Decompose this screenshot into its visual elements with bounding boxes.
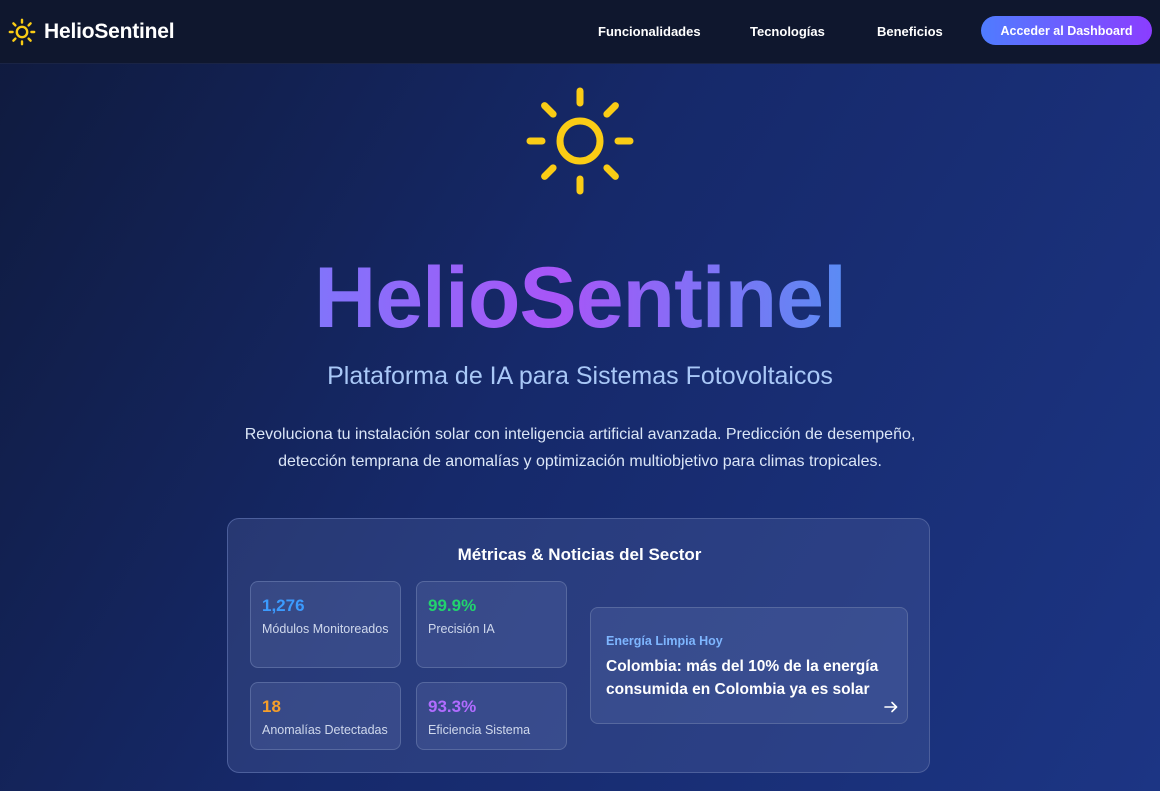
metric-value: 99.9% bbox=[428, 596, 477, 615]
metric-label: Eficiencia Sistema bbox=[428, 723, 531, 737]
hero-description: Revoluciona tu instalación solar con int… bbox=[244, 426, 916, 470]
panel-title: Métricas & Noticias del Sector bbox=[457, 545, 702, 564]
arrow-right-icon[interactable] bbox=[883, 699, 899, 715]
metric-card-precision: 99.9% Precisión IA bbox=[416, 581, 567, 668]
metric-label: Precisión IA bbox=[428, 622, 495, 636]
news-headline: Colombia: más del 10% de la energía cons… bbox=[606, 658, 879, 698]
metric-card-efficiency: 93.3% Eficiencia Sistema bbox=[416, 682, 567, 750]
nav-link-beneficios[interactable]: Beneficios bbox=[877, 24, 943, 39]
metric-value: 93.3% bbox=[428, 697, 477, 716]
metric-value: 18 bbox=[262, 697, 281, 716]
metric-label: Módulos Monitoreados bbox=[262, 622, 389, 636]
hero-title: HelioSentinel bbox=[0, 246, 1160, 350]
brand-logo[interactable]: HelioSentinel bbox=[8, 17, 175, 47]
hero-subtitle: Plataforma de IA para Sistemas Fotovolta… bbox=[327, 362, 833, 390]
nav-link-tecnologias[interactable]: Tecnologías bbox=[750, 24, 825, 39]
news-source: Energía Limpia Hoy bbox=[606, 634, 723, 648]
dashboard-button[interactable]: Acceder al Dashboard bbox=[981, 16, 1152, 45]
nav-link-funcionalidades[interactable]: Funcionalidades bbox=[598, 24, 701, 39]
top-navbar: HelioSentinel Funcionalidades Tecnología… bbox=[0, 0, 1160, 64]
sun-icon bbox=[526, 87, 634, 195]
news-card[interactable]: Energía Limpia Hoy Colombia: más del 10%… bbox=[590, 607, 908, 724]
brand-name: HelioSentinel bbox=[44, 20, 175, 43]
metric-label: Anomalías Detectadas bbox=[262, 723, 388, 737]
metric-value: 1,276 bbox=[262, 596, 305, 615]
sun-logo-icon bbox=[8, 18, 36, 46]
metrics-news-panel: Métricas & Noticias del Sector 1,276 Mód… bbox=[227, 518, 930, 773]
metric-card-modules: 1,276 Módulos Monitoreados bbox=[250, 581, 401, 668]
metric-card-anomalies: 18 Anomalías Detectadas bbox=[250, 682, 401, 750]
